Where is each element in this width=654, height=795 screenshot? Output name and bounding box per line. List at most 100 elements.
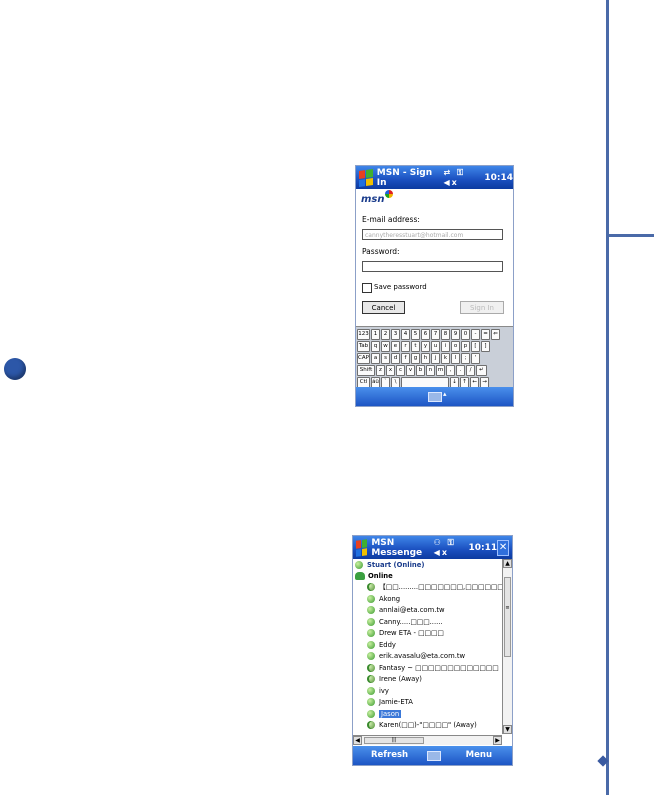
keyboard-key[interactable]: u bbox=[431, 341, 440, 352]
page-horizontal-rule bbox=[606, 234, 654, 237]
contact-item[interactable]: Drew ETA - □□□□ bbox=[367, 628, 444, 639]
contact-item[interactable]: Eddy bbox=[367, 640, 396, 651]
my-status[interactable]: Stuart (Online) bbox=[355, 560, 424, 571]
keyboard-key[interactable]: g bbox=[411, 353, 420, 364]
keyboard-key[interactable]: ⇐ bbox=[491, 329, 500, 340]
keyboard-row-2: Tab q w e r t y u i o p[] bbox=[357, 341, 490, 352]
contact-item[interactable]: ivy bbox=[367, 686, 389, 697]
contact-item[interactable]: Akong bbox=[367, 594, 400, 605]
keyboard-key[interactable]: [ bbox=[471, 341, 480, 352]
horizontal-scrollbar[interactable]: ◀ ||| ▶ bbox=[353, 735, 502, 745]
keyboard-key[interactable]: - bbox=[471, 329, 480, 340]
keyboard-key[interactable]: 7 bbox=[431, 329, 440, 340]
scroll-left-icon[interactable]: ◀ bbox=[353, 736, 362, 745]
keyboard-key[interactable]: 9 bbox=[451, 329, 460, 340]
keyboard-key[interactable]: r bbox=[401, 341, 410, 352]
email-field[interactable]: cannytheresstuart@hotmail.com bbox=[362, 229, 503, 240]
keyboard-key[interactable]: m bbox=[436, 365, 445, 376]
keyboard-key[interactable]: x bbox=[386, 365, 395, 376]
keyboard-key[interactable]: i bbox=[441, 341, 450, 352]
keyboard-key[interactable]: s bbox=[381, 353, 390, 364]
contact-item[interactable]: Irene (Away) bbox=[367, 674, 422, 685]
keyboard-key[interactable]: l bbox=[451, 353, 460, 364]
status-icons[interactable]: ⇄ ⚿ ◀x bbox=[444, 168, 480, 187]
windows-start-icon[interactable] bbox=[356, 538, 368, 557]
contact-item[interactable]: 【□□.........□□□□□□□,□□□□□□ bbox=[367, 582, 504, 593]
keyboard-key[interactable]: b bbox=[416, 365, 425, 376]
keyboard-key[interactable]: , bbox=[446, 365, 455, 376]
status-icons[interactable]: ⚇ ⚿ ◀x bbox=[434, 538, 464, 557]
keyboard-key[interactable]: 6 bbox=[421, 329, 430, 340]
contact-item[interactable]: Fantasy ~ □□□□□□□□□□□□□ bbox=[367, 663, 499, 674]
keyboard-key[interactable]: f bbox=[401, 353, 410, 364]
input-arrow-icon[interactable]: ▴ bbox=[443, 390, 447, 398]
keyboard-key[interactable]: w bbox=[381, 341, 390, 352]
keyboard-key[interactable]: n bbox=[426, 365, 435, 376]
vertical-scrollbar[interactable]: ▲ ≡ ▼ bbox=[502, 559, 512, 734]
contact-item[interactable]: erik.avasalu@eta.com.tw bbox=[367, 651, 465, 662]
keyboard-key[interactable]: 0 bbox=[461, 329, 470, 340]
group-online[interactable]: Online bbox=[355, 571, 393, 582]
online-status-icon bbox=[367, 652, 375, 660]
keyboard-key[interactable]: t bbox=[411, 341, 420, 352]
contact-item[interactable]: Jason bbox=[367, 709, 402, 720]
msn-butterfly-icon bbox=[385, 190, 393, 198]
scroll-down-icon[interactable]: ▼ bbox=[503, 725, 512, 734]
keyboard-key[interactable]: p bbox=[461, 341, 470, 352]
clock[interactable]: 10:11 bbox=[468, 543, 497, 553]
keyboard-key[interactable]: Shift bbox=[357, 365, 375, 376]
sign-in-button[interactable]: Sign In bbox=[460, 301, 504, 314]
messenger-screen: MSN Messenge ⚇ ⚿ ◀x 10:11 ✕ Stuart (Onli… bbox=[352, 535, 513, 766]
keyboard-key[interactable]: d bbox=[391, 353, 400, 364]
contact-item[interactable]: annlai@eta.com.tw bbox=[367, 605, 445, 616]
scroll-up-icon[interactable]: ▲ bbox=[503, 559, 512, 568]
password-field[interactable] bbox=[362, 261, 503, 272]
contact-name: Irene (Away) bbox=[379, 675, 422, 683]
keyboard-key[interactable]: 2 bbox=[381, 329, 390, 340]
keyboard-key[interactable]: . bbox=[456, 365, 465, 376]
keyboard-key[interactable]: q bbox=[371, 341, 380, 352]
keyboard-key[interactable]: Tab bbox=[357, 341, 370, 352]
menu-softkey[interactable]: Menu bbox=[466, 750, 492, 760]
keyboard-key[interactable]: = bbox=[481, 329, 490, 340]
keyboard-key[interactable]: CAP bbox=[357, 353, 370, 364]
keyboard-key[interactable]: a bbox=[371, 353, 380, 364]
save-password-label: Save password bbox=[374, 283, 427, 291]
keyboard-key[interactable]: z bbox=[376, 365, 385, 376]
windows-start-icon[interactable] bbox=[359, 168, 373, 187]
keyboard-key[interactable]: 8 bbox=[441, 329, 450, 340]
contact-item[interactable]: Karen(□□)-"□□□□" (Away) bbox=[367, 720, 477, 731]
messenger-title: MSN Messenge bbox=[371, 537, 423, 558]
keyboard-key[interactable]: 4 bbox=[401, 329, 410, 340]
keyboard-key[interactable]: k bbox=[441, 353, 450, 364]
keyboard-key[interactable]: 123 bbox=[357, 329, 370, 340]
contact-item[interactable]: Jamie-ETA bbox=[367, 697, 413, 708]
keyboard-key[interactable]: ↵ bbox=[476, 365, 487, 376]
keyboard-key[interactable]: j bbox=[431, 353, 440, 364]
clock[interactable]: 10:14 bbox=[484, 173, 513, 183]
scroll-thumb[interactable]: ≡ bbox=[504, 577, 511, 657]
input-panel-icon[interactable] bbox=[427, 751, 441, 761]
keyboard-key[interactable]: c bbox=[396, 365, 405, 376]
keyboard-key[interactable]: ' bbox=[471, 353, 480, 364]
keyboard-key[interactable]: 5 bbox=[411, 329, 420, 340]
hscroll-thumb[interactable]: ||| bbox=[364, 737, 424, 744]
save-password-checkbox[interactable] bbox=[362, 283, 372, 293]
msn-logo: msn bbox=[361, 190, 393, 205]
cancel-button[interactable]: Cancel bbox=[362, 301, 405, 314]
keyboard-key[interactable]: h bbox=[421, 353, 430, 364]
input-panel-icon[interactable] bbox=[428, 392, 442, 402]
close-button[interactable]: ✕ bbox=[497, 539, 509, 556]
keyboard-key[interactable]: 3 bbox=[391, 329, 400, 340]
keyboard-key[interactable]: y bbox=[421, 341, 430, 352]
scroll-right-icon[interactable]: ▶ bbox=[493, 736, 502, 745]
keyboard-key[interactable]: o bbox=[451, 341, 460, 352]
keyboard-key[interactable]: ; bbox=[461, 353, 470, 364]
contact-item[interactable]: Canny.....□□□...... bbox=[367, 617, 443, 628]
keyboard-key[interactable]: v bbox=[406, 365, 415, 376]
keyboard-key[interactable]: / bbox=[466, 365, 475, 376]
keyboard-key[interactable]: e bbox=[391, 341, 400, 352]
keyboard-key[interactable]: ] bbox=[481, 341, 490, 352]
refresh-softkey[interactable]: Refresh bbox=[371, 750, 408, 760]
keyboard-key[interactable]: 1 bbox=[371, 329, 380, 340]
